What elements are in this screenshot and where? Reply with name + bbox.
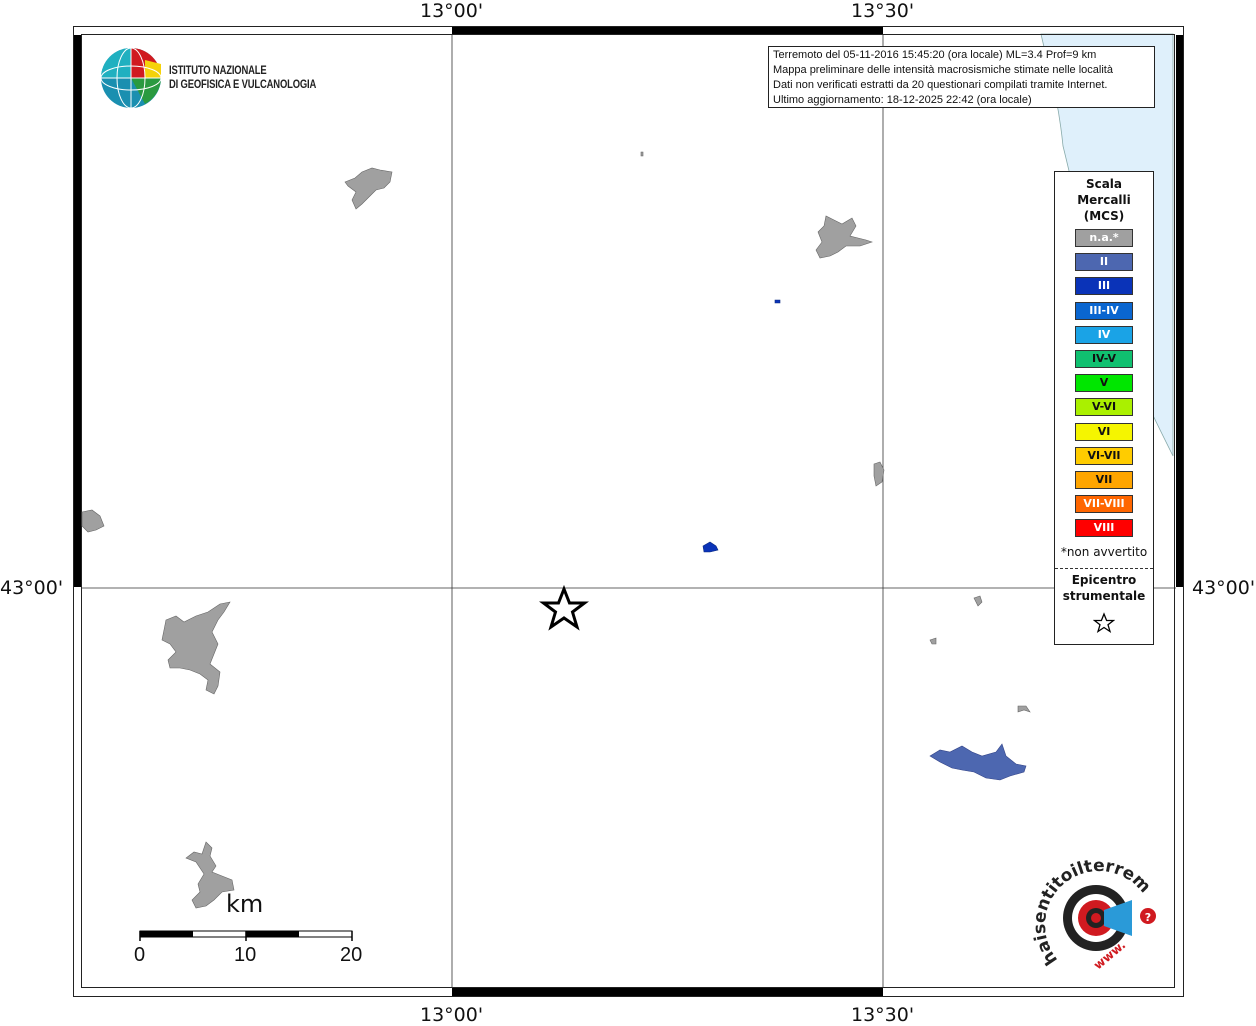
- legend-star-icon: [1093, 612, 1115, 634]
- legend-item: VIII: [1075, 519, 1133, 538]
- legend-title: Scala Mercalli (MCS): [1055, 176, 1153, 224]
- legend-item: n.a.*: [1075, 229, 1133, 247]
- scale-tick-20: 20: [340, 944, 363, 966]
- municipality-na: [161, 601, 231, 695]
- legend-epi-line1: Epicentro: [1071, 573, 1137, 587]
- municipality-intensity-iii: [702, 541, 719, 553]
- legend-item: V: [1075, 374, 1133, 393]
- mcs-legend: Scala Mercalli (MCS) n.a.* II III III-IV IV I…: [1054, 171, 1154, 645]
- epicenter-star-icon: [539, 584, 589, 631]
- legend-item: III-IV: [1075, 301, 1133, 320]
- municipality-intensity-iii: [774, 299, 781, 304]
- legend-separator: [1055, 568, 1153, 569]
- scale-tick-0: 0: [134, 944, 146, 966]
- info-line2: Mappa preliminare delle intensità macros…: [773, 64, 1113, 76]
- legend-item: V-VI: [1075, 398, 1133, 417]
- municipality-intensity-ii: [929, 743, 1027, 781]
- info-line4: Ultimo aggiornamento: 18-12-2025 22:42 (…: [773, 94, 1032, 106]
- legend-epicenter-label: Epicentro strumentale: [1055, 572, 1153, 604]
- legend-item: IV: [1075, 325, 1133, 344]
- legend-epi-line2: strumentale: [1062, 589, 1146, 603]
- ingv-logo-text: ISTITUTO NAZIONALE DI GEOFISICA E VULCAN…: [169, 64, 316, 92]
- municipality-na: [640, 151, 644, 157]
- legend-item: III: [1075, 277, 1133, 296]
- municipality-na: [873, 461, 885, 487]
- ingv-globe-logo-icon: [100, 47, 162, 109]
- legend-title-line3: (MCS): [1083, 209, 1125, 223]
- municipality-na: [815, 215, 873, 259]
- legend-title-line2: Mercalli: [1077, 193, 1131, 207]
- legend-title-line1: Scala: [1085, 177, 1123, 191]
- municipality-na: [81, 509, 105, 533]
- watermark-text: haisentitoilterremoto.it: [0, 0, 1154, 969]
- legend-item: VII: [1075, 471, 1133, 489]
- scale-tick-10: 10: [234, 944, 257, 966]
- municipality-na: [344, 167, 393, 210]
- svg-text:?: ?: [1145, 911, 1151, 924]
- scale-unit-label: km: [226, 890, 264, 918]
- municipality-na: [973, 595, 983, 607]
- legend-item: II: [1075, 253, 1133, 272]
- municipality-na: [929, 637, 937, 645]
- scale-bar: [139, 930, 353, 941]
- svg-text:haisentitoilterremoto.it: haisentitoilterremoto.it: [0, 0, 1154, 969]
- earthquake-info-box: Terremoto del 05-11-2016 15:45:20 (ora l…: [768, 46, 1155, 108]
- info-line1: Terremoto del 05-11-2016 15:45:20 (ora l…: [773, 49, 1097, 61]
- municipality-na: [1017, 705, 1031, 713]
- legend-item: IV-V: [1075, 350, 1133, 368]
- logo-line1: ISTITUTO NAZIONALE: [169, 65, 267, 77]
- legend-item: VI: [1075, 422, 1133, 441]
- info-line3: Dati non verificati estratti da 20 quest…: [773, 79, 1108, 91]
- haisentitoilterremoto-logo-icon: ? haisentitoilterremoto.it www.: [0, 0, 1156, 972]
- legend-item: VII-VIII: [1075, 495, 1133, 514]
- legend-note: *non avvertito: [1060, 545, 1148, 559]
- legend-item: VI-VII: [1075, 446, 1133, 465]
- logo-line2: DI GEOFISICA E VULCANOLOGIA: [169, 79, 317, 91]
